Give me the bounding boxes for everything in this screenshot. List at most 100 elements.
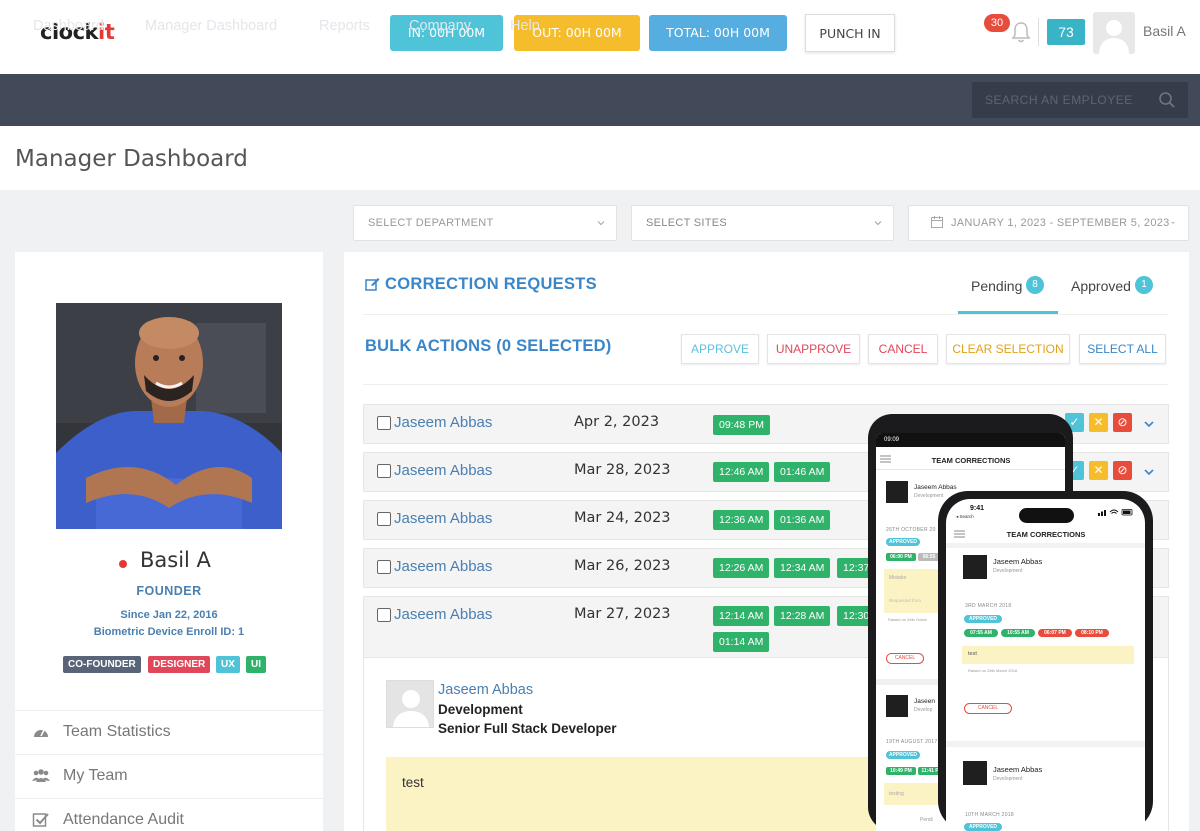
nav-reports[interactable]: Reports xyxy=(319,18,370,34)
approve-button[interactable]: APPROVE xyxy=(681,334,759,364)
android-time: 09:09 xyxy=(884,437,900,443)
approved-count-badge: 1 xyxy=(1135,276,1153,294)
phone-employee-name: Jaseem Abbas xyxy=(993,557,1043,566)
phone-note: test xyxy=(962,646,1134,664)
row-checkbox[interactable] xyxy=(377,416,391,430)
total-time-box: TOTAL: 00H 00M 00S xyxy=(649,15,787,76)
department-select[interactable]: SELECT DEPARTMENT xyxy=(353,205,617,241)
select-all-button[interactable]: SELECT ALL xyxy=(1079,334,1166,364)
employee-thumb xyxy=(886,695,908,717)
bell-icon[interactable] xyxy=(1010,20,1032,44)
time-chip: 01:36 AM xyxy=(774,510,831,530)
cancel-button[interactable]: CANCEL xyxy=(868,334,938,364)
employee-name-link[interactable]: Jaseem Abbas xyxy=(394,606,492,623)
unapprove-button[interactable]: UNAPPROVE xyxy=(767,334,860,364)
row-checkbox[interactable] xyxy=(377,512,391,526)
checkbox-icon xyxy=(32,813,49,827)
iphone-time: 9:41 xyxy=(970,505,985,512)
request-date: Mar 28, 2023 xyxy=(574,462,671,478)
phone-time-chip: 10:49 PM xyxy=(886,767,916,775)
phone-note-text: testing xyxy=(889,791,904,797)
menu-label: Attendance Audit xyxy=(63,811,184,828)
phone-employee-name: Jaseen xyxy=(914,698,935,705)
users-icon xyxy=(32,769,50,782)
edit-icon xyxy=(365,278,380,291)
calendar-icon xyxy=(931,216,943,228)
phone-screen-title: TEAM CORRECTIONS xyxy=(1006,530,1086,539)
card-gap xyxy=(946,741,1145,747)
chevron-down-icon[interactable] xyxy=(1143,418,1155,430)
employee-thumb xyxy=(963,555,987,579)
unapprove-x-icon[interactable]: ✕ xyxy=(1089,413,1108,432)
profile-enroll-id: Biometric Device Enroll ID: 1 xyxy=(93,626,245,638)
employee-thumb xyxy=(886,481,908,503)
nav-company[interactable]: Company xyxy=(409,18,471,34)
sites-select[interactable]: SELECT SITES xyxy=(631,205,894,241)
menu-team-statistics[interactable]: Team Statistics xyxy=(15,710,323,754)
employee-name-link[interactable]: Jaseem Abbas xyxy=(394,414,492,431)
phone-employee-name: Jaseem Abbas xyxy=(914,484,957,491)
caret-down-icon xyxy=(1171,222,1175,224)
row-checkbox[interactable] xyxy=(377,560,391,574)
iphone-screen: 9:41 ◂ Search TEAM CORRECTIONS Jaseem Ab… xyxy=(946,499,1145,831)
time-chip: 12:46 AM xyxy=(713,462,770,482)
divider xyxy=(363,314,1168,315)
user-name[interactable]: Basil A xyxy=(1143,23,1186,39)
phone-time-chip: 06:00 PM xyxy=(886,553,916,561)
unapprove-x-icon[interactable]: ✕ xyxy=(1089,461,1108,480)
phone-time-chip: 07:55 AM xyxy=(964,629,998,637)
approved-pill: APPROVED xyxy=(886,751,920,759)
phone-pending-tab[interactable]: Pendi xyxy=(920,817,933,823)
menu-icon[interactable] xyxy=(954,530,965,538)
menu-my-team[interactable]: My Team xyxy=(15,754,323,798)
count-badge[interactable]: 73 xyxy=(1047,19,1085,45)
chevron-down-icon xyxy=(874,221,882,226)
time-chip: 01:46 AM xyxy=(774,462,831,482)
chevron-down-icon[interactable] xyxy=(1143,466,1155,478)
tab-approved[interactable]: Approved xyxy=(1071,278,1131,294)
employee-name-link[interactable]: Jaseem Abbas xyxy=(394,510,492,527)
cancel-ban-icon[interactable]: ⊘ xyxy=(1113,413,1132,432)
divider xyxy=(876,469,1065,470)
employee-avatar xyxy=(386,680,434,728)
detail-employee-name[interactable]: Jaseem Abbas xyxy=(438,682,533,698)
dynamic-island xyxy=(1019,508,1074,523)
user-avatar[interactable] xyxy=(1093,12,1135,54)
tab-pending[interactable]: Pending xyxy=(971,278,1022,294)
time-chip: 12:28 AM xyxy=(774,606,831,626)
phone-time-chip: 06:55 xyxy=(918,553,940,561)
search-input[interactable] xyxy=(972,82,1152,118)
approved-pill: APPROVED xyxy=(886,538,920,546)
avatar-placeholder-icon xyxy=(387,681,433,727)
clear-selection-button[interactable]: CLEAR SELECTION xyxy=(946,334,1070,364)
cancel-ban-icon[interactable]: ⊘ xyxy=(1113,461,1132,480)
phone-request-date: 3RD MARCH 2018 xyxy=(965,603,1012,609)
date-range-picker[interactable]: JANUARY 1, 2023 - SEPTEMBER 5, 2023 xyxy=(908,205,1189,241)
status-dot xyxy=(119,560,127,568)
nav-help[interactable]: Help xyxy=(510,18,540,34)
menu-attendance-audit[interactable]: Attendance Audit xyxy=(15,798,323,831)
note-text: test xyxy=(402,775,424,790)
signal-wifi-battery-icon xyxy=(1098,509,1133,516)
search-icon[interactable] xyxy=(1158,91,1176,109)
employee-name-link[interactable]: Jaseem Abbas xyxy=(394,462,492,479)
phone-cancel-button[interactable]: CANCEL xyxy=(964,703,1012,714)
phone-time-chip: 08:10 PM xyxy=(1075,629,1109,637)
row-checkbox[interactable] xyxy=(377,608,391,622)
nav-manager-dashboard[interactable]: Manager Dashboard xyxy=(145,18,277,34)
notification-count-badge: 30 xyxy=(984,14,1010,32)
time-chip: 12:26 AM xyxy=(713,558,770,578)
profile-photo xyxy=(56,303,282,529)
phone-time-chip: 06:07 PM xyxy=(1038,629,1072,637)
employee-thumb xyxy=(963,761,987,785)
employee-name-link[interactable]: Jaseem Abbas xyxy=(394,558,492,575)
row-checkbox[interactable] xyxy=(377,464,391,478)
nav-dashboard[interactable]: Dashboard xyxy=(33,18,104,34)
iphone-back-link[interactable]: ◂ Search xyxy=(956,514,974,520)
phone-requested-text: Requested from xyxy=(889,598,922,603)
punch-in-button[interactable]: PUNCH IN xyxy=(805,14,895,52)
phone-cancel-button[interactable]: CANCEL xyxy=(886,653,924,664)
card-gap xyxy=(946,543,1145,548)
department-select-label: SELECT DEPARTMENT xyxy=(368,217,494,229)
detail-department: Development xyxy=(438,702,523,717)
